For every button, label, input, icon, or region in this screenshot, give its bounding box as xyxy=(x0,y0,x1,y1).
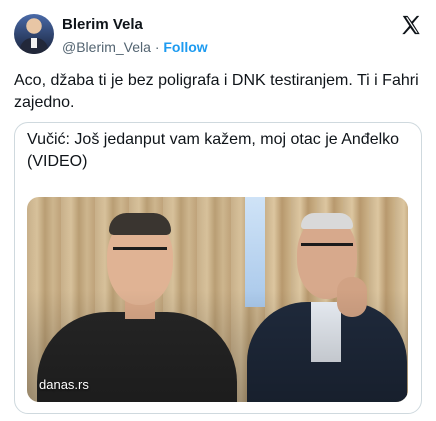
card-source[interactable]: danas.rs xyxy=(39,377,89,392)
video-thumbnail[interactable]: danas.rs xyxy=(27,197,408,402)
video-shade xyxy=(27,197,408,402)
card-title[interactable]: Vučić: Još jedanput vam kažem, moj otac … xyxy=(27,129,407,173)
author-handle-row: @Blerim_Vela · Follow xyxy=(62,39,208,55)
tweet-text: Aco, džaba ti je bez poligrafa i DNK tes… xyxy=(14,72,419,111)
avatar-collar xyxy=(31,38,37,48)
author-handle[interactable]: @Blerim_Vela xyxy=(62,39,151,55)
link-card[interactable]: Vučić: Još jedanput vam kažem, moj otac … xyxy=(14,122,422,414)
author-name[interactable]: Blerim Vela xyxy=(62,16,143,33)
handle-separator: · xyxy=(154,39,160,55)
follow-button[interactable]: Follow xyxy=(163,39,207,55)
x-logo-icon[interactable] xyxy=(400,14,422,36)
author-avatar[interactable] xyxy=(14,14,54,54)
